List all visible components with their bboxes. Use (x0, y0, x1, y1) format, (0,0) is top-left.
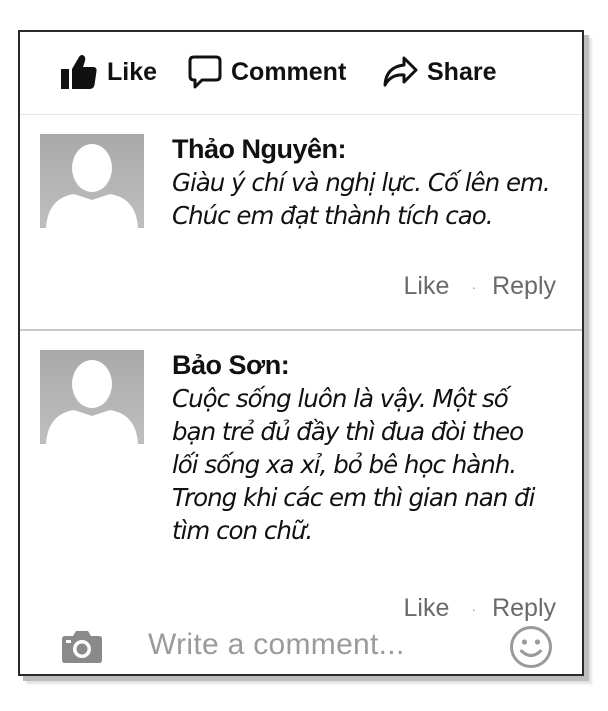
avatar[interactable] (40, 134, 144, 228)
comment-label: Comment (231, 57, 347, 86)
comment-item: Bảo Sơn: Cuộc sống luôn là vậy. Một số b… (20, 330, 582, 622)
comment-text-line: tìm con chữ. (172, 516, 313, 545)
comment-text-line: Cuộc sống luôn là vậy. Một số (172, 384, 509, 413)
speech-bubble-icon (188, 55, 222, 89)
comment-like-link[interactable]: Like (404, 272, 450, 301)
comment-text-line: Trong khi các em thì gian nan đi (172, 483, 535, 512)
comment-button[interactable]: Comment (188, 54, 346, 90)
comment-body: Thảo Nguyên: Giàu ý chí và nghị lực. Cố … (172, 132, 580, 232)
thumbs-up-icon (61, 55, 97, 89)
comment-card: Like Comment Share Thảo Nguyên: Giàu ý c… (18, 30, 584, 676)
like-label: Like (107, 57, 158, 86)
camera-icon[interactable] (60, 628, 104, 664)
comment-reply-link[interactable]: Reply (492, 272, 556, 301)
avatar[interactable] (40, 350, 144, 444)
comment-item: Thảo Nguyên: Giàu ý chí và nghị lực. Cố … (20, 114, 582, 329)
write-comment-input[interactable]: Write a comment... (148, 628, 405, 662)
share-button[interactable]: Share (382, 54, 496, 90)
share-arrow-icon (383, 56, 418, 87)
like-button[interactable]: Like (60, 54, 157, 90)
post-action-bar: Like Comment Share (20, 32, 582, 114)
comment-body: Bảo Sơn: Cuộc sống luôn là vậy. Một số b… (172, 348, 580, 547)
comment-text: Giàu ý chí và nghị lực. Cố lên em. Chúc … (172, 166, 572, 232)
share-label: Share (427, 57, 497, 86)
comment-text-line: bạn trẻ đủ đầy thì đua đòi theo (172, 417, 524, 446)
comment-actions: Like · Reply (404, 272, 556, 301)
comment-author[interactable]: Bảo Sơn: (172, 348, 580, 382)
comment-text: Cuộc sống luôn là vậy. Một số bạn trẻ đủ… (172, 382, 582, 547)
comment-text-line: lối sống xa xỉ, bỏ bê học hành. (172, 450, 517, 479)
comment-text-line: Giàu ý chí và nghị lực. Cố lên em. (172, 168, 551, 197)
separator-dot: · (471, 600, 477, 617)
comment-text-line: Chúc em đạt thành tích cao. (172, 201, 494, 230)
comment-author[interactable]: Thảo Nguyên: (172, 132, 580, 166)
smiley-icon[interactable] (509, 625, 553, 669)
comment-composer: Write a comment... (20, 616, 582, 676)
default-user-icon (46, 360, 138, 444)
default-user-icon (46, 144, 138, 228)
separator-dot: · (471, 278, 477, 295)
